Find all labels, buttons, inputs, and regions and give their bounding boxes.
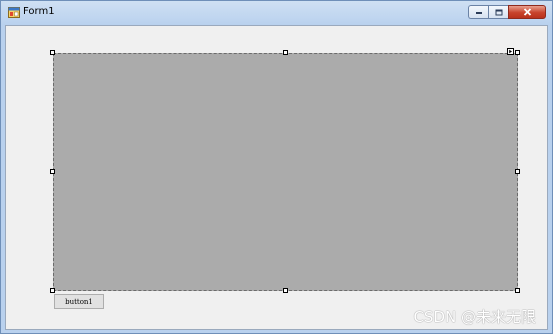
minimize-icon — [475, 12, 482, 14]
close-icon — [523, 8, 531, 16]
window-title: Form1 — [23, 6, 55, 17]
resize-handle-bottom-left[interactable] — [50, 288, 55, 293]
maximize-icon — [495, 9, 502, 15]
designer-panel[interactable] — [53, 53, 518, 291]
resize-handle-middle-right[interactable] — [515, 169, 520, 174]
resize-handle-top-left[interactable] — [50, 50, 55, 55]
close-button[interactable] — [508, 5, 546, 19]
winforms-form-icon — [8, 7, 20, 18]
watermark-text: CSDN @未来无限 — [413, 308, 536, 326]
smart-tag-arrow-icon — [509, 49, 512, 54]
form-client-area: button1 — [5, 25, 548, 330]
caption-buttons — [468, 5, 546, 21]
resize-handle-middle-left[interactable] — [50, 169, 55, 174]
smart-tag-glyph[interactable] — [507, 48, 514, 55]
resize-handle-top-right[interactable] — [515, 50, 520, 55]
button1[interactable]: button1 — [54, 294, 104, 309]
resize-handle-top-center[interactable] — [283, 50, 288, 55]
minimize-button[interactable] — [468, 5, 488, 19]
form-window: Form1 button1 CSDN @未来无限 — [0, 0, 553, 334]
maximize-button[interactable] — [488, 5, 508, 19]
resize-handle-bottom-center[interactable] — [283, 288, 288, 293]
title-bar[interactable]: Form1 — [1, 1, 552, 25]
resize-handle-bottom-right[interactable] — [515, 288, 520, 293]
